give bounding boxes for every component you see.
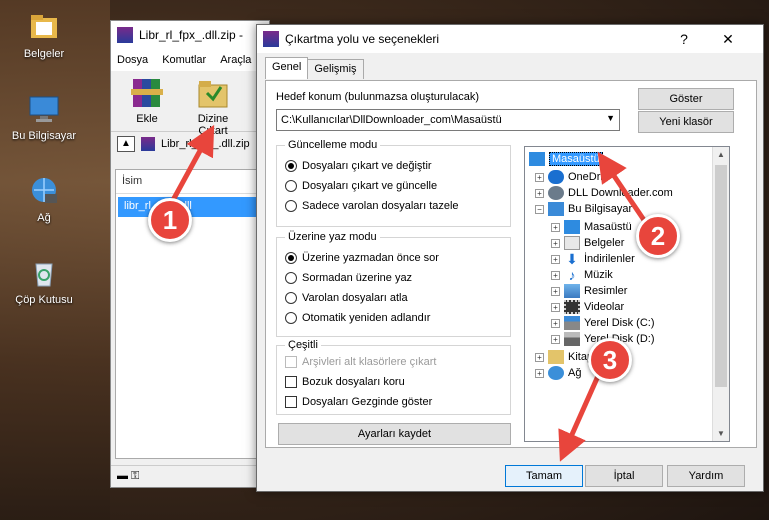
arrow-to-extract-button [169,124,215,204]
arrow-to-desktop-node [597,151,651,228]
step-marker-1: 1 [148,198,192,242]
step-marker-3: 3 [588,338,632,382]
annotation-arrows [169,124,651,462]
step-marker-2: 2 [636,214,680,258]
arrow-to-ok-button [558,374,601,462]
